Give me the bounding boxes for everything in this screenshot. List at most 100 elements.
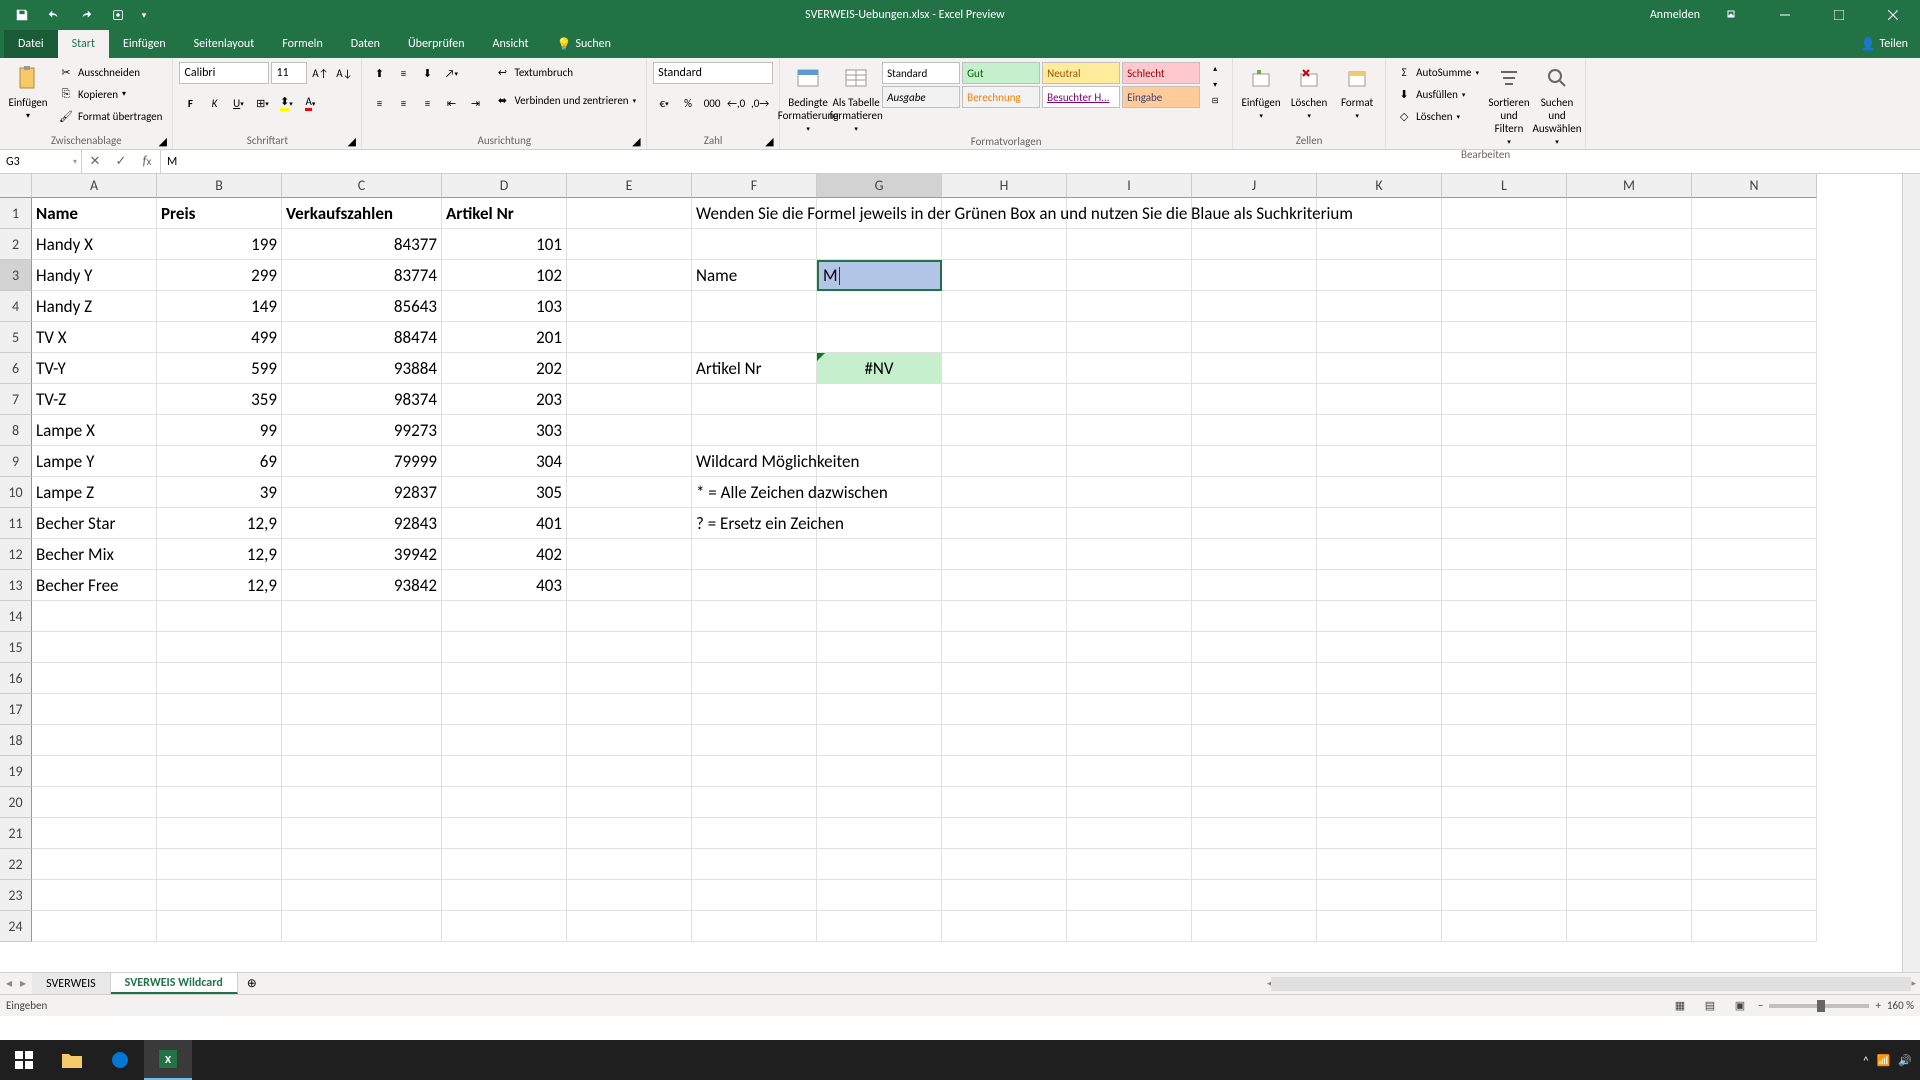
col-header-B[interactable]: B [157,174,282,198]
cell-F15[interactable] [692,632,817,663]
cell-A14[interactable] [32,601,157,632]
row-header-15[interactable]: 15 [0,632,32,663]
cell-F24[interactable] [692,911,817,942]
cell-A3[interactable]: Handy Y [32,260,157,291]
cell-D21[interactable] [442,818,567,849]
cell-J22[interactable] [1192,849,1317,880]
cell-L20[interactable] [1442,787,1567,818]
cell-A12[interactable]: Becher Mix [32,539,157,570]
cell-I20[interactable] [1067,787,1192,818]
cell-J11[interactable] [1192,508,1317,539]
cell-B9[interactable]: 69 [157,446,282,477]
select-all-corner[interactable] [0,174,32,198]
normal-view-button[interactable]: ▦ [1668,997,1692,1015]
cell-M1[interactable] [1567,198,1692,229]
row-header-21[interactable]: 21 [0,818,32,849]
zoom-in-button[interactable]: + [1875,999,1880,1012]
cell-N24[interactable] [1692,911,1817,942]
cell-K14[interactable] [1317,601,1442,632]
cell-F5[interactable] [692,322,817,353]
cell-K23[interactable] [1317,880,1442,911]
cell-D6[interactable]: 202 [442,353,567,384]
cell-M22[interactable] [1567,849,1692,880]
zoom-slider[interactable] [1769,1004,1869,1008]
cell-A22[interactable] [32,849,157,880]
cell-N2[interactable] [1692,229,1817,260]
cell-N20[interactable] [1692,787,1817,818]
cell-A6[interactable]: TV-Y [32,353,157,384]
cell-K15[interactable] [1317,632,1442,663]
row-header-6[interactable]: 6 [0,353,32,384]
style-eingabe[interactable]: Eingabe [1122,86,1200,108]
cell-I13[interactable] [1067,570,1192,601]
cell-C19[interactable] [282,756,442,787]
cell-B21[interactable] [157,818,282,849]
cell-L17[interactable] [1442,694,1567,725]
underline-button[interactable]: U▾ [227,92,249,114]
cell-F10[interactable]: * = Alle Zeichen dazwischen [692,477,817,508]
cell-I16[interactable] [1067,663,1192,694]
excel-taskbar-button[interactable]: X [144,1040,192,1080]
cell-I3[interactable] [1067,260,1192,291]
italic-button[interactable]: K [203,92,225,114]
cell-L10[interactable] [1442,477,1567,508]
add-sheet-button[interactable]: ⊕ [238,973,266,994]
edge-button[interactable] [96,1040,144,1080]
row-header-24[interactable]: 24 [0,911,32,942]
cell-J24[interactable] [1192,911,1317,942]
cell-B5[interactable]: 499 [157,322,282,353]
cell-L15[interactable] [1442,632,1567,663]
cell-M4[interactable] [1567,291,1692,322]
tab-formeln[interactable]: Formeln [268,30,336,58]
cell-A13[interactable]: Becher Free [32,570,157,601]
cell-F8[interactable] [692,415,817,446]
cell-K9[interactable] [1317,446,1442,477]
cell-M7[interactable] [1567,384,1692,415]
cell-J2[interactable] [1192,229,1317,260]
cell-A9[interactable]: Lampe Y [32,446,157,477]
cell-B11[interactable]: 12,9 [157,508,282,539]
zoom-out-button[interactable]: − [1758,999,1763,1012]
cell-D8[interactable]: 303 [442,415,567,446]
cell-H13[interactable] [942,570,1067,601]
cell-M14[interactable] [1567,601,1692,632]
clipboard-launcher[interactable]: ◢ [158,135,170,147]
cell-G21[interactable] [817,818,942,849]
row-header-5[interactable]: 5 [0,322,32,353]
cell-D16[interactable] [442,663,567,694]
cell-A10[interactable]: Lampe Z [32,477,157,508]
cell-I17[interactable] [1067,694,1192,725]
cell-B17[interactable] [157,694,282,725]
decrease-indent-button[interactable]: ⇤ [440,92,462,114]
cell-I2[interactable] [1067,229,1192,260]
cell-I5[interactable] [1067,322,1192,353]
cell-C24[interactable] [282,911,442,942]
align-top-button[interactable]: ⬆ [368,62,390,84]
cell-L12[interactable] [1442,539,1567,570]
cell-K19[interactable] [1317,756,1442,787]
cell-K3[interactable] [1317,260,1442,291]
cell-J12[interactable] [1192,539,1317,570]
cell-F17[interactable] [692,694,817,725]
col-header-F[interactable]: F [692,174,817,198]
cell-J16[interactable] [1192,663,1317,694]
cell-J18[interactable] [1192,725,1317,756]
cell-E18[interactable] [567,725,692,756]
cell-B13[interactable]: 12,9 [157,570,282,601]
row-header-23[interactable]: 23 [0,880,32,911]
signin-link[interactable]: Anmelden [1650,8,1700,22]
cell-E8[interactable] [567,415,692,446]
row-header-20[interactable]: 20 [0,787,32,818]
tray-volume-icon[interactable]: 🔊 [1898,1054,1912,1067]
autosum-button[interactable]: ΣAutoSumme▾ [1392,62,1483,82]
cell-E24[interactable] [567,911,692,942]
cell-I15[interactable] [1067,632,1192,663]
cell-B19[interactable] [157,756,282,787]
cell-F9[interactable]: Wildcard Möglichkeiten [692,446,817,477]
cell-D17[interactable] [442,694,567,725]
row-header-1[interactable]: 1 [0,198,32,229]
cell-F21[interactable] [692,818,817,849]
cell-C12[interactable]: 39942 [282,539,442,570]
row-header-8[interactable]: 8 [0,415,32,446]
decrease-font-button[interactable]: A↓ [333,62,355,84]
